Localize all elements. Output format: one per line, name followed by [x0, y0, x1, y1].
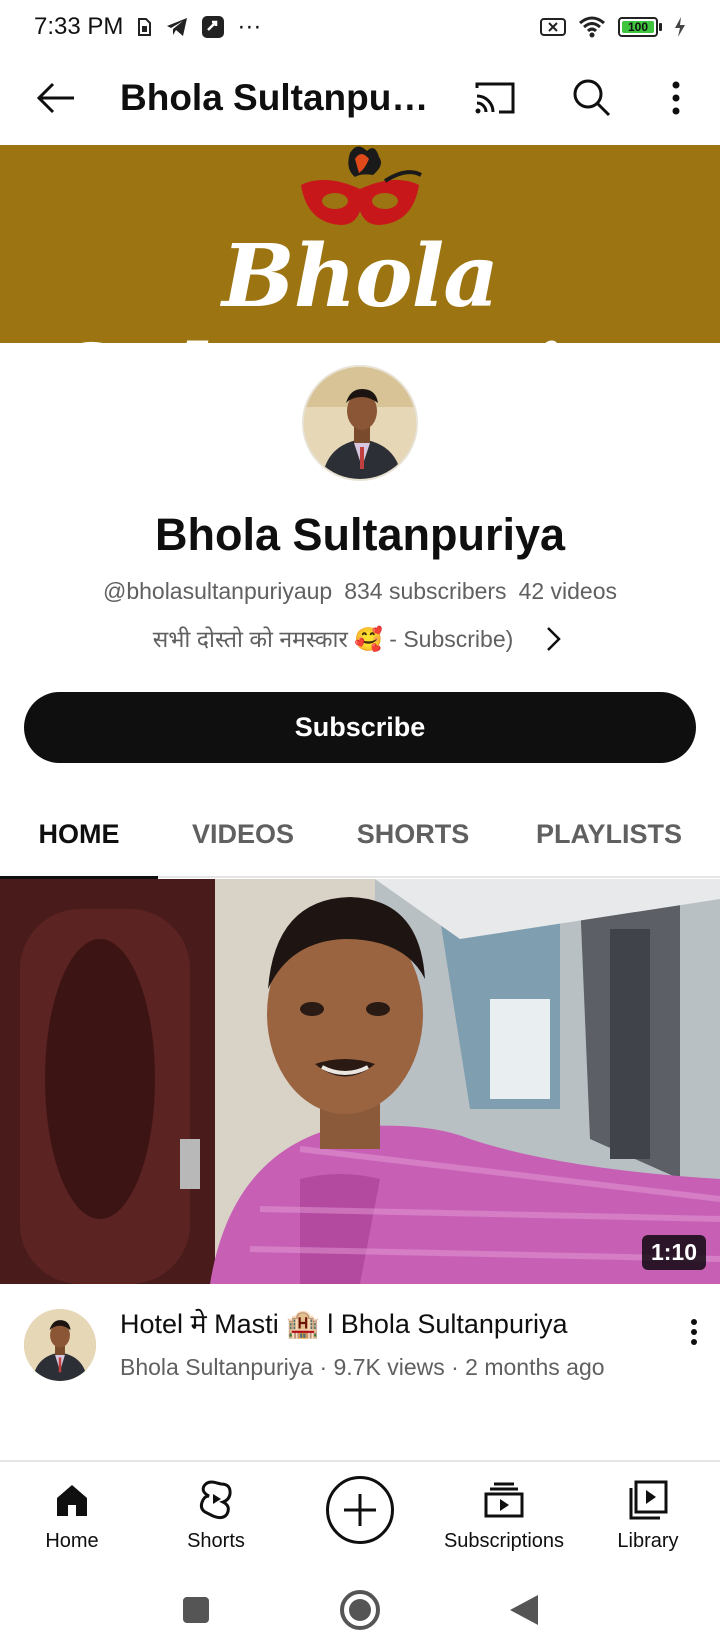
system-home-button[interactable] [338, 1588, 382, 1632]
create-button[interactable] [326, 1476, 394, 1544]
more-options-button[interactable] [656, 74, 696, 122]
back-button[interactable] [34, 76, 78, 120]
status-right: 100 [540, 16, 686, 38]
more-vert-icon [691, 1319, 697, 1345]
wifi-icon [578, 16, 606, 38]
video-title[interactable]: Hotel मे Masti 🏨 l Bhola Sultanpuriya [120, 1304, 660, 1344]
charging-icon [674, 17, 686, 37]
status-left: 7:33 PM ··· [34, 13, 261, 41]
create-icon [344, 1494, 376, 1526]
banner-title: Bhola Sultanpuriya [55, 226, 666, 344]
chevron-right-icon [539, 622, 567, 656]
video-thumbnail[interactable]: 1:10 [0, 879, 720, 1284]
status-bar: 7:33 PM ··· 100 [0, 0, 720, 54]
channel-avatar[interactable] [302, 365, 418, 481]
avatar-photo-icon [24, 1309, 96, 1381]
back-triangle-icon [510, 1595, 538, 1625]
nav-library[interactable]: Library [576, 1476, 720, 1566]
battery-level: 100 [622, 21, 654, 33]
status-time: 7:33 PM [34, 13, 124, 40]
app-notification-icon [201, 15, 225, 39]
no-sim-icon [540, 17, 566, 37]
duration-badge: 1:10 [641, 1235, 706, 1270]
video-channel-avatar[interactable] [24, 1309, 96, 1381]
recents-button[interactable] [174, 1588, 218, 1632]
video-count: 42 videos [518, 578, 618, 604]
tab-videos[interactable]: VIDEOS [158, 790, 328, 878]
channel-handle: @bholasultanpuriyaup [102, 578, 333, 604]
channel-banner: Bhola Sultanpuriya [0, 145, 720, 343]
nav-shorts[interactable]: Shorts [144, 1476, 288, 1566]
recents-icon [183, 1597, 209, 1623]
thumbnail-image [0, 879, 720, 1284]
video-info: Hotel मे Masti 🏨 l Bhola Sultanpuriya Bh… [0, 1284, 720, 1434]
cast-button[interactable] [470, 76, 520, 120]
cast-icon [475, 82, 515, 114]
battery-icon: 100 [618, 17, 662, 37]
nav-subscriptions[interactable]: Subscriptions [432, 1476, 576, 1566]
search-icon [573, 79, 611, 117]
channel-tabs: HOME VIDEOS SHORTS PLAYLISTS [0, 790, 720, 880]
subscribe-button[interactable]: Subscribe [24, 692, 696, 763]
system-navigation [0, 1568, 720, 1650]
nav-library-label: Library [617, 1530, 679, 1552]
home-circle-icon [340, 1590, 380, 1630]
video-meta: Bhola Sultanpuriya · 9.7K views · 2 mont… [120, 1354, 605, 1380]
channel-description-text: सभी दोस्तो को नमस्कार 🥰 - Subscribe) [152, 626, 514, 652]
app-bar: Bhola Sultanpur... [0, 54, 720, 144]
bottom-navigation: Home Shorts Subscriptions Library [0, 1460, 720, 1568]
subscriptions-icon [484, 1476, 524, 1524]
back-arrow-icon [36, 82, 74, 114]
more-vert-icon [672, 81, 680, 115]
nav-home[interactable]: Home [0, 1476, 144, 1566]
avatar-photo-icon [304, 367, 416, 479]
tab-home[interactable]: HOME [0, 790, 158, 880]
system-back-button[interactable] [502, 1588, 546, 1632]
video-more-button[interactable] [676, 1308, 712, 1356]
nav-home-label: Home [45, 1530, 99, 1552]
search-button[interactable] [568, 74, 616, 122]
sim-icon [135, 16, 153, 38]
subscriber-count: 834 subscribers [344, 578, 507, 604]
tab-shorts[interactable]: SHORTS [328, 790, 498, 878]
app-title: Bhola Sultanpur... [120, 77, 430, 118]
more-notifications-icon: ··· [237, 13, 262, 40]
telegram-icon [165, 16, 189, 38]
channel-description[interactable]: सभी दोस्तो को नमस्कार 🥰 - Subscribe) [0, 622, 720, 656]
library-icon [628, 1476, 668, 1524]
shorts-icon [199, 1476, 233, 1524]
nav-subscriptions-label: Subscriptions [443, 1530, 565, 1552]
tab-playlists[interactable]: PLAYLISTS [498, 790, 720, 878]
channel-name: Bhola Sultanpuriya [154, 509, 566, 560]
channel-meta: @bholasultanpuriyaup 834 subscribers 42 … [0, 574, 720, 608]
nav-shorts-label: Shorts [187, 1530, 245, 1552]
home-icon [54, 1476, 90, 1524]
